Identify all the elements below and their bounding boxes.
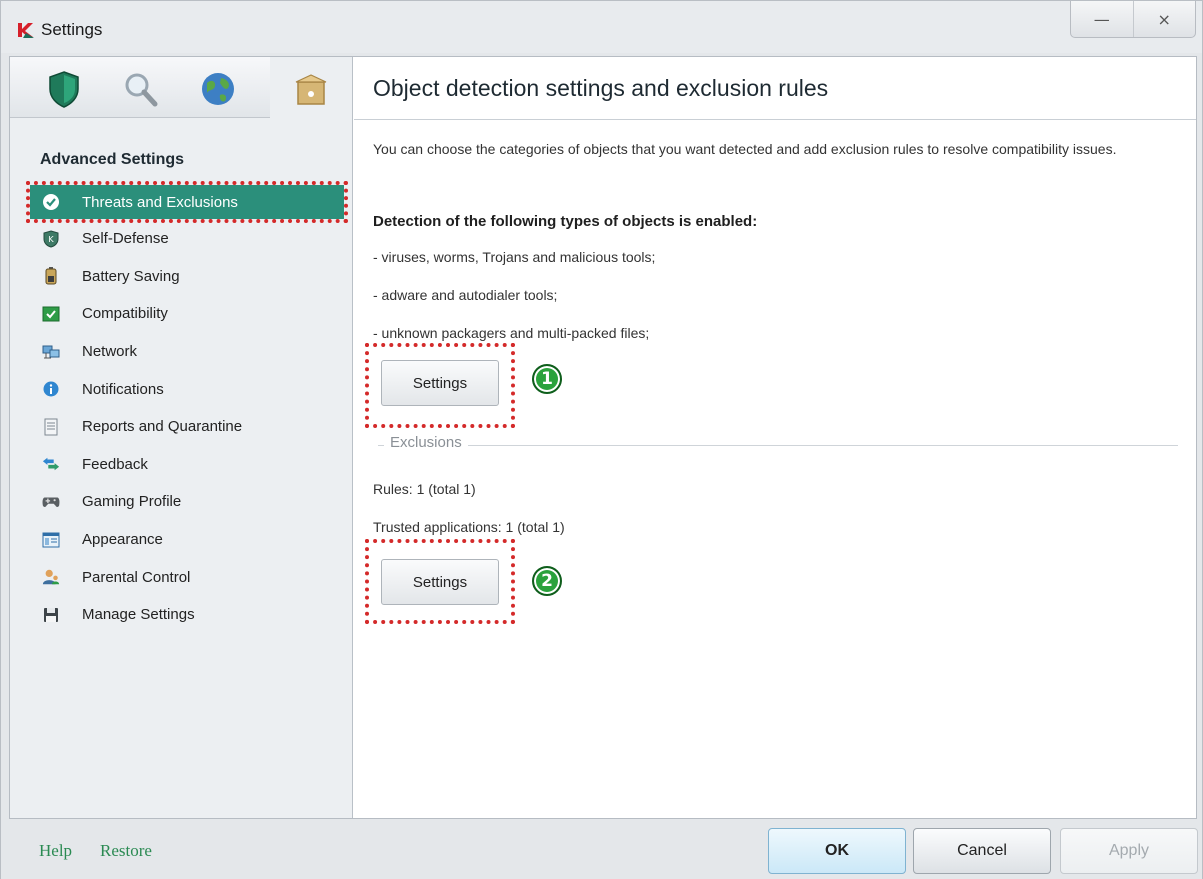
- detection-settings-button[interactable]: Settings: [381, 360, 499, 406]
- sidebar-item-self-defense[interactable]: K Self-Defense: [30, 220, 344, 258]
- help-link[interactable]: Help: [39, 841, 72, 861]
- sidebar-item-label: Notifications: [82, 380, 164, 398]
- exclusions-divider: [378, 445, 1178, 446]
- window-title: Settings: [41, 20, 103, 39]
- sidebar: Advanced Settings Threats and Exclusions…: [10, 57, 353, 818]
- sidebar-item-label: Network: [82, 343, 138, 361]
- sidebar-item-label: Gaming Profile: [82, 493, 182, 511]
- gamepad-icon: [42, 493, 60, 511]
- footer-bar: Help Restore OK Cancel Apply: [1, 819, 1202, 879]
- page-description: You can choose the categories of objects…: [373, 141, 1117, 157]
- exclusions-settings-button[interactable]: Settings: [381, 559, 499, 605]
- shield-icon[interactable]: [44, 69, 84, 109]
- sidebar-item-label: Threats and Exclusions: [82, 193, 238, 211]
- sidebar-item-label: Reports and Quarantine: [82, 418, 243, 436]
- sidebar-item-label: Parental Control: [82, 568, 191, 586]
- ok-button[interactable]: OK: [768, 828, 906, 874]
- sidebar-item-label: Self-Defense: [82, 230, 169, 248]
- detection-item: - unknown packagers and multi-packed fil…: [373, 325, 650, 341]
- title-bar: Settings — ×: [1, 1, 1202, 53]
- sidebar-item-appearance[interactable]: Appearance: [30, 521, 344, 559]
- briefcase-icon: [295, 74, 327, 105]
- compatibility-check-icon: [42, 305, 60, 323]
- appearance-window-icon: [42, 531, 60, 549]
- detection-item: - viruses, worms, Trojans and malicious …: [373, 249, 656, 265]
- sidebar-item-threats-and-exclusions[interactable]: Threats and Exclusions: [26, 181, 348, 223]
- divider: [354, 119, 1196, 120]
- sidebar-item-label: Feedback: [82, 455, 148, 473]
- settings-window: Settings — × Advanced Settings Threats a…: [0, 0, 1203, 879]
- sidebar-item-label: Appearance: [82, 531, 163, 549]
- step-badge-1: 1: [532, 364, 562, 394]
- detection-heading: Detection of the following types of obje…: [373, 213, 758, 230]
- sidebar-item-reports-and-quarantine[interactable]: Reports and Quarantine: [30, 408, 344, 446]
- network-computers-icon: [42, 343, 60, 361]
- step-badge-2: 2: [532, 566, 562, 596]
- main-panel: Object detection settings and exclusion …: [354, 57, 1196, 818]
- sidebar-item-label: Compatibility: [82, 305, 168, 323]
- sidebar-item-manage-settings[interactable]: Manage Settings: [30, 596, 344, 634]
- floppy-disk-icon: [42, 606, 60, 624]
- globe-icon[interactable]: [198, 69, 238, 109]
- trusted-applications-count: Trusted applications: 1 (total 1): [373, 519, 565, 535]
- sidebar-item-label: Battery Saving: [82, 267, 180, 285]
- apply-button[interactable]: Apply: [1060, 828, 1198, 874]
- info-icon: [42, 380, 60, 398]
- kaspersky-shield-icon: K: [42, 230, 60, 248]
- sidebar-item-feedback[interactable]: Feedback: [30, 446, 344, 484]
- sidebar-heading: Advanced Settings: [40, 151, 185, 168]
- tab-advanced[interactable]: [270, 57, 352, 118]
- magnifier-icon[interactable]: [120, 69, 160, 109]
- content-frame: Advanced Settings Threats and Exclusions…: [9, 56, 1197, 819]
- sidebar-item-network[interactable]: Network: [30, 333, 344, 371]
- close-button[interactable]: ×: [1132, 1, 1196, 37]
- window-controls: — ×: [1070, 1, 1196, 38]
- category-tabs: [10, 57, 271, 118]
- battery-icon: [42, 267, 60, 285]
- sidebar-nav: Threats and Exclusions K Self-Defense Ba…: [26, 181, 348, 634]
- sidebar-item-label: Manage Settings: [82, 606, 195, 624]
- kaspersky-logo-icon: [18, 23, 34, 38]
- report-document-icon: [42, 418, 60, 436]
- sidebar-item-gaming-profile[interactable]: Gaming Profile: [30, 483, 344, 521]
- sidebar-item-battery-saving[interactable]: Battery Saving: [30, 258, 344, 296]
- page-title: Object detection settings and exclusion …: [373, 75, 829, 101]
- minimize-button[interactable]: —: [1071, 1, 1133, 37]
- sidebar-item-notifications[interactable]: Notifications: [30, 370, 344, 408]
- parental-control-icon: [42, 568, 60, 586]
- rules-count: Rules: 1 (total 1): [373, 481, 476, 497]
- detection-item: - adware and autodialer tools;: [373, 287, 558, 303]
- exclusions-group-label: Exclusions: [384, 434, 468, 451]
- sidebar-item-compatibility[interactable]: Compatibility: [30, 295, 344, 333]
- feedback-arrows-icon: [42, 455, 60, 473]
- checkmark-icon: [42, 193, 60, 211]
- restore-link[interactable]: Restore: [100, 841, 152, 861]
- sidebar-item-parental-control[interactable]: Parental Control: [30, 558, 344, 596]
- svg-text:K: K: [48, 235, 54, 244]
- cancel-button[interactable]: Cancel: [913, 828, 1051, 874]
- category-tab-bar: [10, 57, 352, 119]
